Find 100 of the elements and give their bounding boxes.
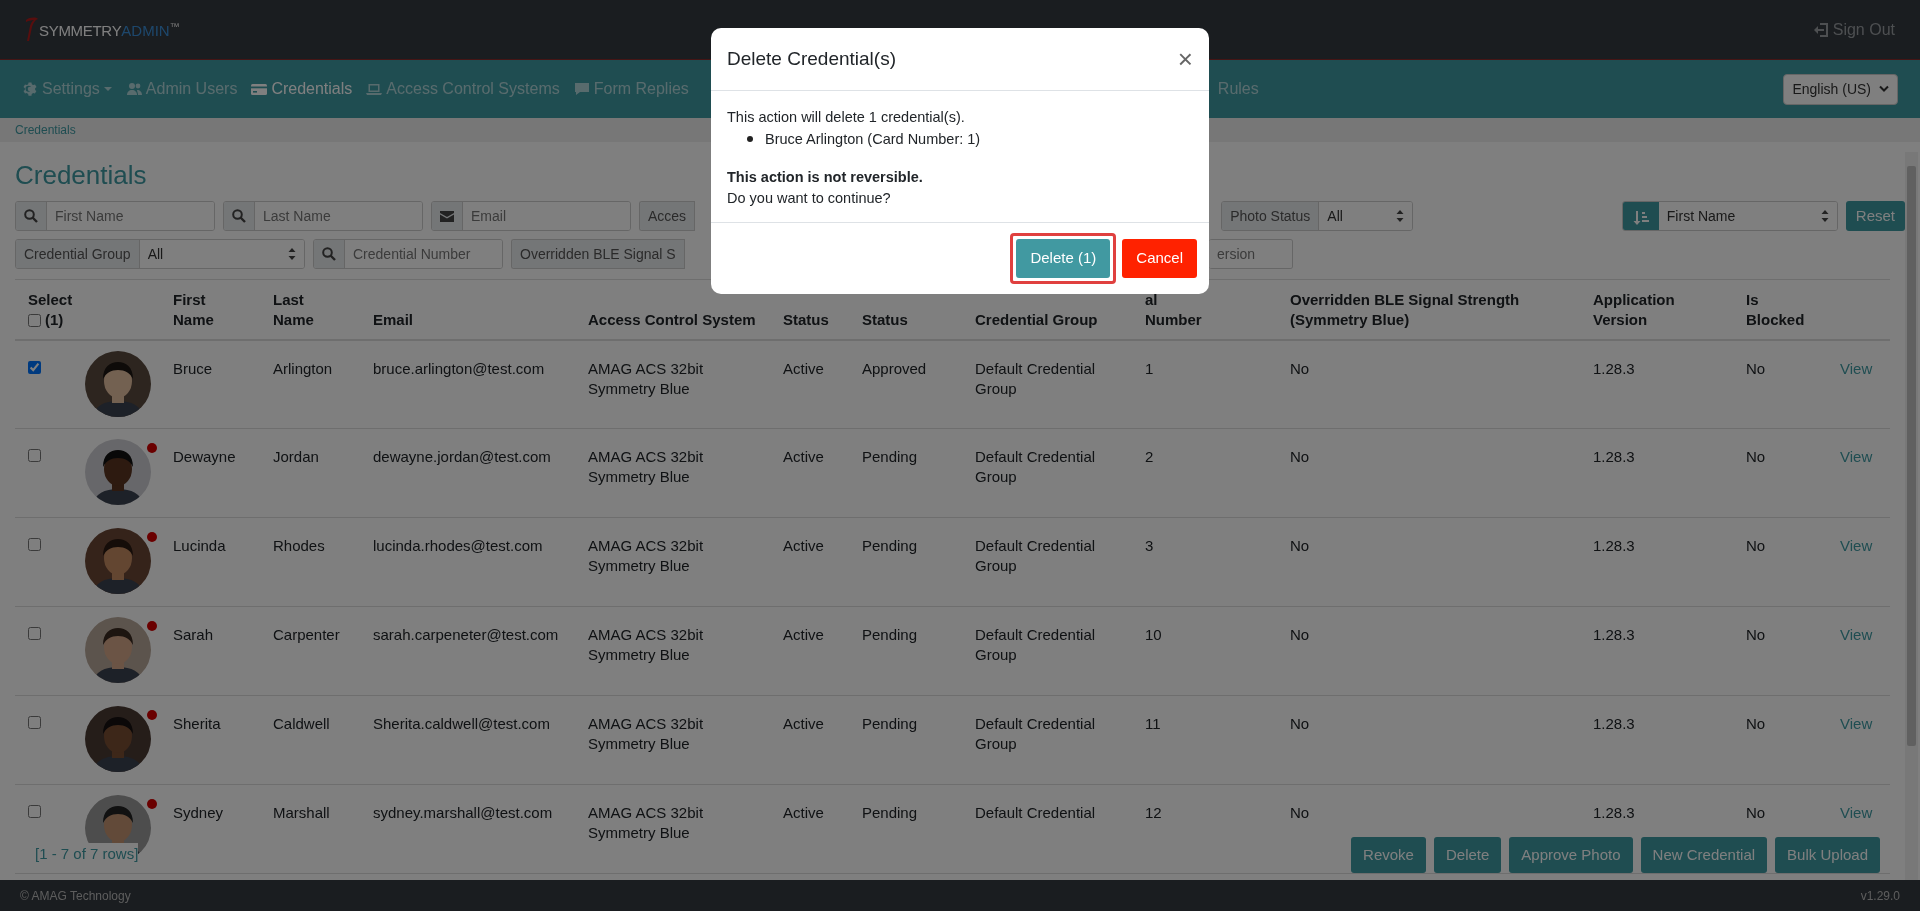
reset-button[interactable]: Reset (1845, 200, 1905, 232)
action-button[interactable]: Bulk Upload (1775, 836, 1880, 873)
table-cell: No (1290, 715, 1310, 732)
table-cell: dewayne.jordan@test.com (373, 448, 551, 465)
table-cell: Default Credential Group (975, 537, 1096, 575)
table-cell: No (1746, 359, 1766, 377)
search-field[interactable]: Last Name (223, 201, 423, 231)
table-cell: lucinda.rhodes@test.com (373, 537, 543, 554)
table-cell: sarah.carpeneter@test.com (373, 626, 559, 643)
warning-text: This action is not reversible. (727, 167, 924, 187)
table-cell: Sarah (173, 626, 214, 643)
column-header: Overridden BLE Signal Strength (Symmetry Blue) (1290, 290, 1521, 331)
table-cell: 1 (1145, 359, 1154, 377)
language-select[interactable]: English (US) (1783, 73, 1898, 105)
table-cell: Default Credential Group (975, 626, 1096, 664)
card-icon (251, 81, 268, 97)
table-cell: No (1746, 537, 1766, 554)
checkbox[interactable] (28, 627, 41, 640)
table-cell: No (1290, 537, 1310, 554)
table-cell: Caldwell (273, 715, 330, 732)
table-cell: Pending (862, 448, 918, 465)
table-cell: No (1746, 804, 1766, 821)
column-header: Credential Group (975, 311, 1098, 329)
cancel-button[interactable]: Cancel (1122, 239, 1197, 278)
table-cell: 1.28.3 (1593, 448, 1635, 465)
table-cell: Lucinda (173, 537, 226, 554)
table-cell: AMAG ACS 32bit Symmetry Blue (588, 626, 704, 664)
version-text: v1.29.0 (1860, 887, 1900, 905)
table-cell: Sherita (173, 715, 221, 732)
table-cell: Sydney (173, 804, 224, 821)
table-cell: Dewayne (173, 448, 236, 465)
action-button[interactable]: Approve Photo (1509, 836, 1633, 873)
checkbox[interactable] (28, 805, 41, 818)
search-icon (232, 209, 246, 223)
chevron-icon (1879, 85, 1889, 93)
table-cell: AMAG ACS 32bit Symmetry Blue (588, 537, 704, 575)
view-link[interactable]: View (1840, 715, 1873, 732)
breadcrumb-link[interactable]: Credentials (15, 123, 76, 137)
search-field[interactable]: Email (431, 201, 631, 231)
table-cell: bruce.arlington@test.com (373, 359, 545, 377)
column-header: Email (373, 311, 414, 329)
action-button[interactable]: New Credential (1640, 836, 1768, 873)
view-link[interactable]: View (1840, 359, 1873, 377)
search-field[interactable]: First Name (15, 201, 215, 231)
table-cell: Active (783, 537, 824, 554)
column-header: al Number (1145, 290, 1202, 331)
view-link[interactable]: View (1840, 626, 1873, 643)
table-cell: Pending (862, 626, 918, 643)
table-cell: 1.28.3 (1593, 804, 1635, 821)
view-link[interactable]: View (1840, 804, 1873, 821)
column-header: Application Version (1593, 290, 1675, 331)
table-cell: No (1290, 448, 1310, 465)
checkbox[interactable] (28, 449, 41, 462)
checkbox[interactable] (28, 716, 41, 729)
table-cell: 2 (1145, 448, 1154, 465)
table-cell: Rhodes (273, 537, 325, 554)
table-cell: sydney.marshall@test.com (373, 804, 553, 821)
table-cell: No (1290, 804, 1310, 821)
table-cell: 12 (1145, 804, 1162, 821)
column-header: Status (862, 311, 908, 329)
table-cell: Active (783, 715, 824, 732)
view-link[interactable]: View (1840, 537, 1873, 554)
sign-out-icon (1812, 21, 1829, 38)
scrollbar[interactable] (1905, 152, 1918, 880)
table-cell: AMAG ACS 32bit Symmetry Blue (588, 715, 704, 753)
table-cell: Bruce (173, 359, 213, 377)
text-field[interactable]: ersion (1209, 239, 1293, 269)
checkbox[interactable] (28, 360, 41, 374)
list-item: Bruce Arlington (Card Number: 1) (765, 129, 981, 149)
close-button[interactable]: × (1177, 46, 1193, 72)
table-cell: Active (783, 448, 824, 465)
dialog-question: Do you want to continue? (727, 189, 892, 209)
table-cell: AMAG ACS 32bit Symmetry Blue (588, 804, 704, 842)
nav-link[interactable]: Credentials (251, 77, 353, 101)
search-field[interactable]: Credential Number (313, 239, 503, 269)
table-cell: Carpenter (273, 626, 340, 643)
table-cell: No (1746, 448, 1766, 465)
column-header: Status (783, 311, 829, 329)
table-cell: AMAG ACS 32bit Symmetry Blue (588, 359, 704, 397)
page-title: Credentials (15, 159, 147, 192)
table-cell: Pending (862, 537, 918, 554)
column-header: Is Blocked (1746, 290, 1805, 331)
checkbox[interactable] (28, 313, 41, 327)
bullet-icon (747, 135, 753, 142)
view-link[interactable]: View (1840, 448, 1873, 465)
column-header: First Name (173, 290, 214, 331)
action-button[interactable]: Delete (1433, 836, 1502, 873)
dialog-title: Delete Credential(s) (727, 46, 896, 71)
table-cell: Default Credential (975, 804, 1096, 821)
table-cell: Default Credential Group (975, 359, 1096, 397)
table-cell: Approved (862, 359, 927, 377)
table-cell: 1.28.3 (1593, 359, 1635, 377)
dialog-message: This action will delete 1 credential(s). (727, 108, 966, 127)
checkbox[interactable] (28, 538, 41, 551)
delete-button[interactable]: Delete (1) (1016, 239, 1111, 278)
table-cell: No (1746, 626, 1766, 643)
action-button[interactable]: Revoke (1351, 836, 1426, 873)
table-cell: 10 (1145, 626, 1162, 643)
column-header: Access Control System (588, 311, 756, 329)
column-header: Last Name (273, 290, 314, 331)
